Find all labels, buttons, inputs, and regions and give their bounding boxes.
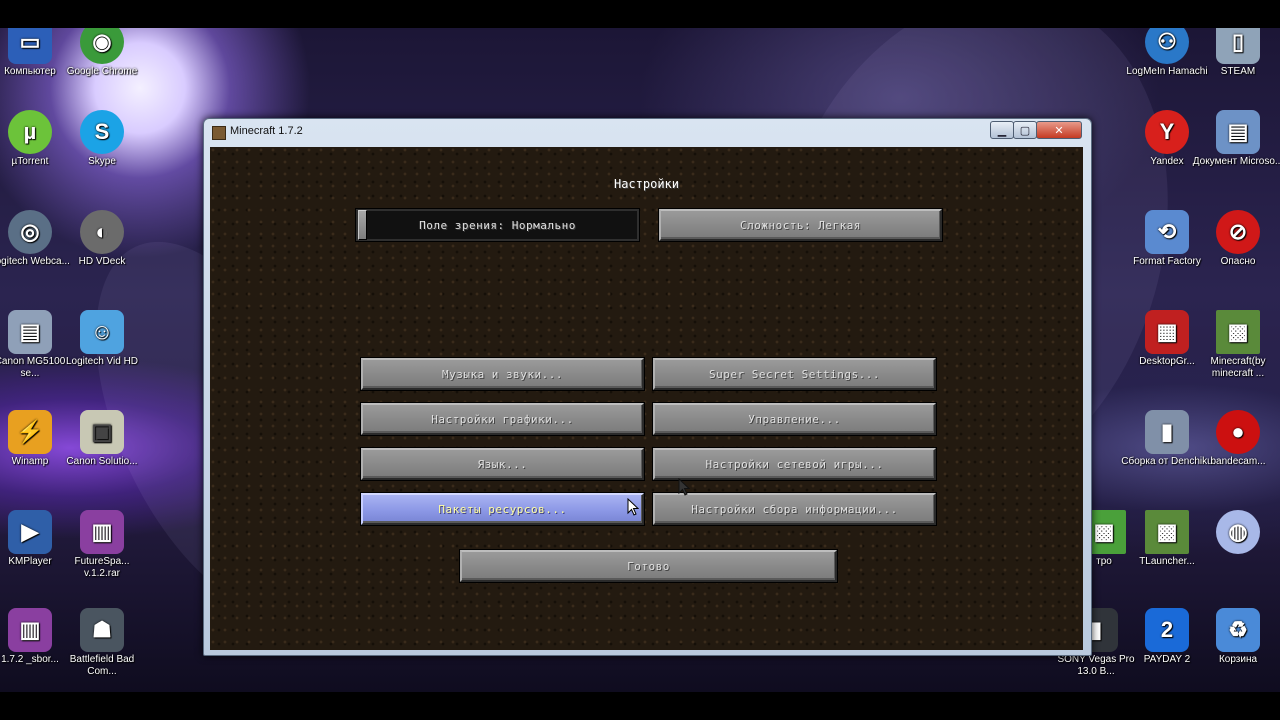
- hamachi-icon: ⚇: [1145, 28, 1189, 64]
- close-button[interactable]: ✕: [1036, 121, 1082, 139]
- winamp-icon: ⚡: [8, 410, 52, 454]
- chrome-icon: ◉: [80, 28, 124, 64]
- kmplayer-icon: ▶: [8, 510, 52, 554]
- desktop-icon-recycle-bin[interactable]: ♻ Корзина: [1192, 608, 1280, 666]
- yandex-icon: Y: [1145, 110, 1189, 154]
- desktop-icon-label: Skype: [88, 156, 116, 167]
- bandicam-icon: ●: [1216, 410, 1260, 454]
- desktop-icon-label: Canon Solutio...: [66, 456, 138, 467]
- settings-title: Настройки: [613, 177, 680, 191]
- desktop-icon-logitech-vid[interactable]: ☺ Logitech Vid HD: [56, 310, 148, 368]
- letterbox-bottom: [0, 692, 1280, 720]
- done-button[interactable]: Готово: [460, 550, 837, 582]
- desktop-icon-bandicam[interactable]: ● bandecam...: [1192, 410, 1280, 468]
- canon-solution-icon: ▣: [80, 410, 124, 454]
- controls-button[interactable]: Управление...: [653, 403, 936, 435]
- danger-icon: ⊘: [1216, 210, 1260, 254]
- fov-slider[interactable]: Поле зрения: Нормально: [356, 209, 639, 241]
- desktop-icon-label: Документ Microso...: [1192, 156, 1280, 167]
- video-settings-button[interactable]: Настройки графики...: [361, 403, 644, 435]
- logitech-vid-icon: ☺: [80, 310, 124, 354]
- desktop-icon-label: STEAM: [1220, 66, 1256, 77]
- difficulty-button[interactable]: Сложность: Легкая: [659, 209, 942, 241]
- desktop-icon-chrome[interactable]: ◉ Google Chrome: [56, 28, 148, 78]
- desktop-icon-word-document[interactable]: ▤ Документ Microso...: [1192, 110, 1280, 168]
- button-label: Язык...: [477, 457, 528, 471]
- disc-icon: ◍: [1216, 510, 1260, 554]
- utorrent-icon: µ: [8, 110, 52, 154]
- minimize-button[interactable]: ▁: [990, 121, 1014, 139]
- desktop-icon-danger[interactable]: ⊘ Опасно: [1192, 210, 1280, 268]
- desktop-icon-label: Minecraft(by minecraft ...: [1210, 356, 1266, 379]
- minecraft-app-icon: [212, 126, 226, 140]
- maximize-icon: ▢: [1019, 123, 1031, 137]
- desktop-icon-label: bandecam...: [1210, 456, 1266, 467]
- minecraft-grass-icon: ▩: [1216, 310, 1260, 354]
- winrar-icon: ▥: [8, 608, 52, 652]
- button-label: Настройки графики...: [431, 412, 574, 426]
- minecraft-grass-icon: ▩: [1145, 510, 1189, 554]
- recycle-bin-icon: ♻: [1216, 608, 1260, 652]
- button-label: Настройки сетевой игры...: [705, 457, 884, 471]
- desktop-icon-minecraft[interactable]: ▩ Minecraft(by minecraft ...: [1192, 310, 1280, 380]
- steam-icon: ▯: [1216, 28, 1260, 64]
- desktop-icon-label: Google Chrome: [66, 66, 138, 77]
- window-title: Minecraft 1.7.2: [230, 125, 303, 137]
- minimize-icon: ▁: [997, 123, 1007, 137]
- desktop-icon-skype[interactable]: S Skype: [56, 110, 148, 168]
- desktop-icon-canon-solution[interactable]: ▣ Canon Solutio...: [56, 410, 148, 468]
- close-icon: ✕: [1054, 123, 1064, 137]
- minecraft-window: Minecraft 1.7.2 ▁ ▢ ✕ Настройки Поле зре…: [203, 118, 1092, 656]
- fov-slider-label: Поле зрения: Нормально: [419, 218, 576, 232]
- super-secret-settings-button[interactable]: Super Secret Settings...: [653, 358, 936, 390]
- skype-icon: S: [80, 110, 124, 154]
- desktop-icon-label: FutureSpa... v.1.2.rar: [74, 556, 130, 579]
- battlefield-icon: ☗: [80, 608, 124, 652]
- desktop-icon-label: TLauncher...: [1139, 556, 1195, 567]
- word-document-icon: ▤: [1216, 110, 1260, 154]
- language-button[interactable]: Язык...: [361, 448, 644, 480]
- window-titlebar[interactable]: Minecraft 1.7.2 ▁ ▢ ✕: [204, 119, 1091, 145]
- multiplayer-settings-button[interactable]: Настройки сетевой игры...: [653, 448, 936, 480]
- webcam-icon: ◎: [8, 210, 52, 254]
- button-label: Музыка и звуки...: [441, 367, 564, 381]
- payday-icon: 2: [1145, 608, 1189, 652]
- desktop-icon-label: Logitech Vid HD: [65, 356, 139, 367]
- desktop-icon-label: HD VDeck: [78, 256, 126, 267]
- desktop-icon-label: Battlefield Bad Com...: [69, 654, 135, 677]
- computer-icon: ▭: [8, 28, 52, 64]
- winrar-icon: ▥: [80, 510, 124, 554]
- desktop-icon-label: Опасно: [1220, 256, 1256, 267]
- desktop-icon-label: Корзина: [1218, 654, 1258, 665]
- button-label: Управление...: [748, 412, 841, 426]
- resource-packs-button[interactable]: Пакеты ресурсов...: [361, 493, 644, 525]
- canon-printer-icon: ▤: [8, 310, 52, 354]
- done-button-label: Готово: [627, 559, 670, 573]
- desktopgr-icon: ▦: [1145, 310, 1189, 354]
- button-label: Настройки сбора информации...: [691, 502, 898, 516]
- maximize-button[interactable]: ▢: [1013, 121, 1037, 139]
- button-label: Пакеты ресурсов...: [438, 502, 567, 516]
- snooper-settings-button[interactable]: Настройки сбора информации...: [653, 493, 936, 525]
- vdeck-icon: ◐: [80, 210, 124, 254]
- letterbox-top: [0, 0, 1280, 28]
- desktop-icon-futurespa-rar[interactable]: ▥ FutureSpa... v.1.2.rar: [56, 510, 148, 580]
- desktop-icon-steam[interactable]: ▯ STEAM: [1192, 28, 1280, 78]
- folder-icon: ▮: [1145, 410, 1189, 454]
- fov-slider-handle[interactable]: [358, 210, 367, 240]
- format-factory-icon: ⟲: [1145, 210, 1189, 254]
- desktop-icon-battlefield[interactable]: ☗ Battlefield Bad Com...: [56, 608, 148, 678]
- desktop-icon-hd-vdeck[interactable]: ◐ HD VDeck: [56, 210, 148, 268]
- music-sounds-button[interactable]: Музыка и звуки...: [361, 358, 644, 390]
- difficulty-button-label: Сложность: Легкая: [739, 218, 862, 232]
- desktop-icon-disc[interactable]: ◍: [1192, 510, 1280, 556]
- game-viewport: Настройки Поле зрения: Нормально Сложнос…: [210, 147, 1083, 650]
- button-label: Super Secret Settings...: [709, 367, 880, 381]
